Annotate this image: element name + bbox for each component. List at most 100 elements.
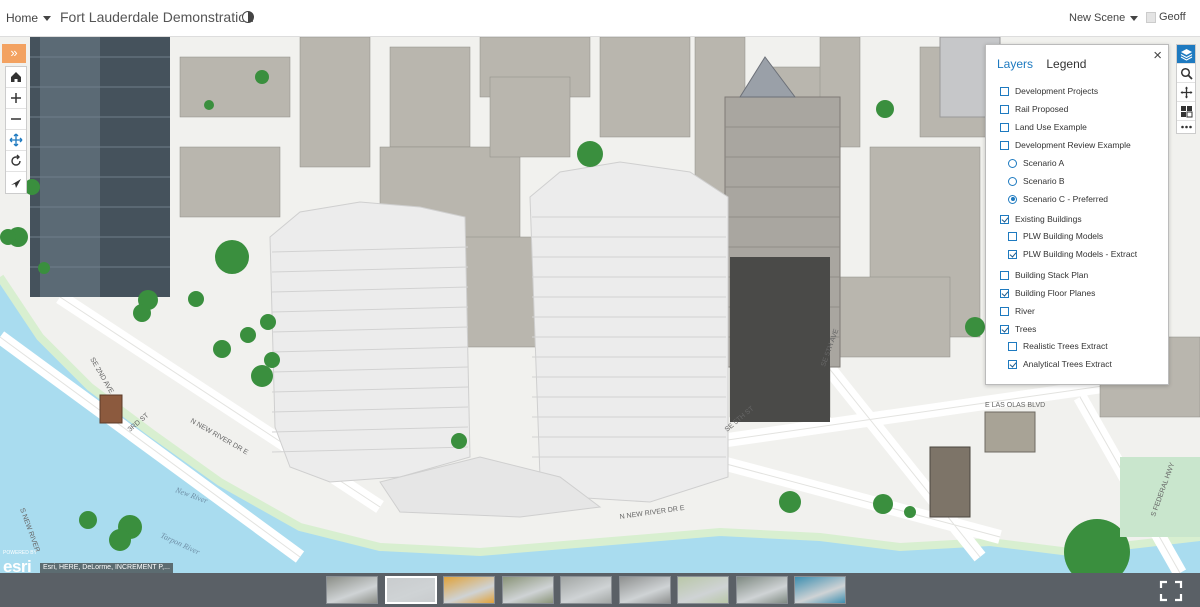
- search-button[interactable]: [1177, 64, 1195, 83]
- tab-layers[interactable]: Layers: [997, 57, 1033, 71]
- navigate-button[interactable]: [1177, 83, 1195, 102]
- layer-item[interactable]: Scenario C - Preferred: [1008, 194, 1108, 204]
- checkbox[interactable]: [1000, 306, 1009, 316]
- zoom-in-button[interactable]: [6, 88, 26, 109]
- checkbox[interactable]: [1008, 231, 1017, 241]
- layer-item[interactable]: Scenario B: [1008, 176, 1065, 186]
- pan-button[interactable]: [6, 130, 26, 151]
- user-menu[interactable]: Geoff: [1146, 11, 1186, 23]
- layer-item[interactable]: PLW Building Models - Extract: [1008, 249, 1137, 259]
- checkbox[interactable]: [1008, 359, 1017, 369]
- checkbox[interactable]: [1000, 122, 1009, 132]
- layer-item-label: Scenario A: [1023, 158, 1065, 168]
- checkbox[interactable]: [1000, 214, 1009, 224]
- attribution-credits[interactable]: Esri, HERE, DeLorme, INCREMENT P,...: [40, 563, 173, 573]
- pan-icon: [9, 133, 23, 147]
- layer-item-label: Building Stack Plan: [1015, 270, 1089, 280]
- search-icon: [1180, 67, 1193, 80]
- layer-item[interactable]: Building Floor Planes: [1000, 288, 1095, 298]
- checkbox[interactable]: [1000, 270, 1009, 280]
- checkbox[interactable]: [1000, 288, 1009, 298]
- radio-button[interactable]: [1008, 176, 1017, 186]
- fullscreen-icon[interactable]: [1158, 579, 1184, 603]
- layer-item[interactable]: Land Use Example: [1000, 122, 1087, 132]
- slide-thumbnail[interactable]: [326, 576, 378, 604]
- layer-item[interactable]: Development Projects: [1000, 86, 1098, 96]
- navigate-icon: [1180, 86, 1192, 98]
- user-name: Geoff: [1159, 11, 1186, 23]
- layer-item[interactable]: Scenario A: [1008, 158, 1064, 168]
- basemap-gallery-icon: [1180, 105, 1192, 117]
- checkbox[interactable]: [1008, 341, 1017, 351]
- checkbox[interactable]: [1000, 140, 1009, 150]
- new-scene-label: New Scene: [1069, 12, 1126, 24]
- tab-legend[interactable]: Legend: [1046, 57, 1086, 71]
- rotate-button[interactable]: [6, 151, 26, 172]
- layer-item-label: River: [1015, 306, 1035, 316]
- app-header: Home Fort Lauderdale Demonstration New S…: [0, 0, 1200, 37]
- layer-item-label: PLW Building Models - Extract: [1023, 249, 1138, 259]
- layers-button[interactable]: [1177, 45, 1195, 64]
- zoom-in-icon: [11, 93, 21, 103]
- chevron-down-icon: [1130, 15, 1139, 21]
- slide-thumbnail[interactable]: [501, 576, 554, 604]
- proposed-tower-left: [269, 201, 471, 483]
- slide-thumbnail[interactable]: [677, 576, 729, 604]
- layer-item-label: Existing Buildings: [1015, 214, 1082, 224]
- street-label: E LAS OLAS BLVD: [985, 402, 1045, 409]
- home-menu[interactable]: Home: [6, 11, 52, 25]
- slide-thumbnail[interactable]: [794, 576, 846, 604]
- layer-item-label: Realistic Trees Extract: [1023, 341, 1108, 351]
- rotate-icon: [11, 154, 21, 166]
- layer-item[interactable]: PLW Building Models: [1008, 231, 1103, 241]
- layer-item-label: Scenario B: [1023, 176, 1065, 186]
- zoom-out-icon: [11, 118, 21, 120]
- layer-item[interactable]: Rail Proposed: [1000, 104, 1068, 114]
- slide-thumbnail[interactable]: [560, 576, 612, 604]
- new-scene-menu[interactable]: New Scene: [1069, 12, 1139, 24]
- more-icon: [1180, 125, 1192, 129]
- radio-button[interactable]: [1008, 158, 1017, 168]
- basemap-gallery-button[interactable]: [1177, 102, 1195, 121]
- layer-item-label: Rail Proposed: [1015, 104, 1069, 114]
- close-icon[interactable]: ×: [1153, 47, 1162, 64]
- home-button[interactable]: [6, 67, 26, 88]
- checkbox[interactable]: [1000, 104, 1009, 114]
- checkbox[interactable]: [1008, 249, 1017, 259]
- checkbox[interactable]: [1000, 86, 1009, 96]
- home-icon: [11, 72, 21, 82]
- layer-item-label: Trees: [1015, 324, 1037, 334]
- slide-thumbnail[interactable]: [384, 576, 437, 604]
- layer-item[interactable]: River: [1000, 306, 1035, 316]
- layer-item-label: Scenario C - Preferred: [1023, 194, 1109, 204]
- layer-item[interactable]: Trees: [1000, 324, 1036, 334]
- layer-list-panel: × Layers Legend Development Projects Rail…: [985, 44, 1169, 385]
- radio-button[interactable]: [1008, 194, 1017, 204]
- expand-panel-button[interactable]: »: [2, 44, 26, 63]
- slides-bar: [0, 573, 1200, 607]
- layer-item[interactable]: Existing Buildings: [1000, 214, 1082, 224]
- widget-toolbar: [1176, 44, 1196, 134]
- layers-icon: [1180, 48, 1192, 61]
- layer-item[interactable]: Analytical Trees Extract: [1008, 359, 1112, 369]
- slide-thumbnail[interactable]: [735, 576, 788, 604]
- slide-thumbnail[interactable]: [443, 576, 495, 604]
- proposed-tower-right: [529, 161, 729, 503]
- compass-button[interactable]: [6, 172, 26, 193]
- slide-thumbnail[interactable]: [618, 576, 671, 604]
- dark-building: [730, 257, 830, 422]
- layer-item-label: Building Floor Planes: [1015, 288, 1096, 298]
- layer-item-label: Analytical Trees Extract: [1023, 359, 1112, 369]
- layer-item[interactable]: Development Review Example: [1000, 140, 1131, 150]
- layer-item[interactable]: Realistic Trees Extract: [1008, 341, 1108, 351]
- layer-item-label: Development Review Example: [1015, 140, 1131, 150]
- more-button[interactable]: [1177, 121, 1195, 133]
- layer-item-label: Development Projects: [1015, 86, 1099, 96]
- zoom-out-button[interactable]: [6, 109, 26, 130]
- contrast-icon[interactable]: [242, 11, 254, 23]
- navigation-tools: [5, 66, 27, 194]
- panel-tabs: Layers Legend: [997, 57, 1096, 71]
- avatar: [1146, 11, 1156, 23]
- checkbox[interactable]: [1000, 324, 1009, 334]
- layer-item[interactable]: Building Stack Plan: [1000, 270, 1088, 280]
